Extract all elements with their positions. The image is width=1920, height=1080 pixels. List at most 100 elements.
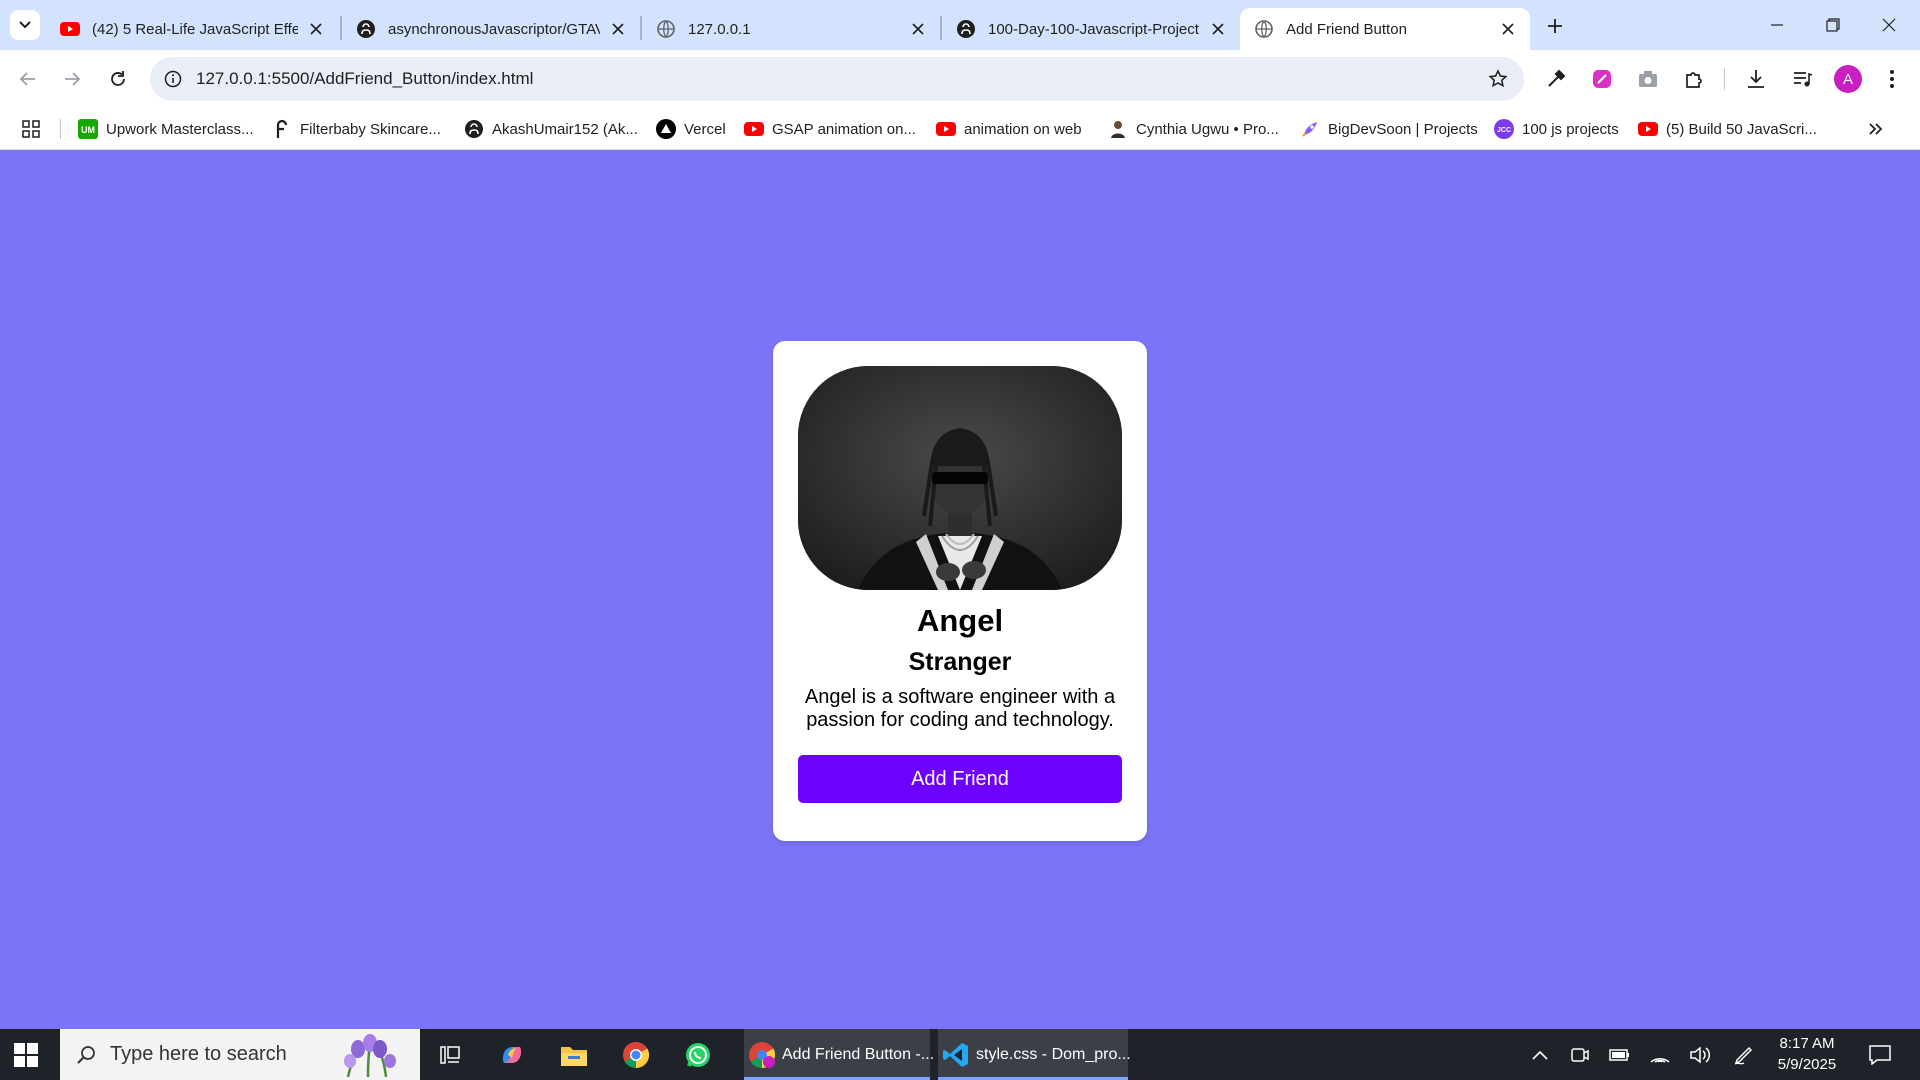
download-icon[interactable] [1742, 65, 1770, 93]
apps-grid-icon[interactable] [20, 118, 42, 140]
bookmark-upwork[interactable]: UM Upwork Masterclass... [78, 108, 254, 150]
bookmark-label: animation on web [964, 120, 1082, 138]
site-info-icon[interactable] [162, 68, 184, 90]
chrome-taskbar-button[interactable] [620, 1029, 654, 1080]
add-friend-button[interactable]: Add Friend [798, 755, 1122, 803]
extensions-puzzle-icon[interactable] [1680, 65, 1708, 93]
tab-youtube-js-effects[interactable]: (42) 5 Real-Life JavaScript Effect [46, 8, 338, 50]
close-icon[interactable] [608, 19, 628, 39]
pen-icon[interactable] [1730, 1029, 1758, 1080]
eyedropper-extension-icon[interactable] [1542, 65, 1570, 93]
youtube-icon [60, 19, 80, 39]
bookmark-filterbaby[interactable]: Filterbaby Skincare... [272, 108, 441, 150]
close-icon[interactable] [908, 19, 928, 39]
github-icon [956, 19, 976, 39]
bookmark-label: Vercel [684, 120, 726, 138]
address-text[interactable]: 127.0.0.1:5500/AddFriend_Button/index.ht… [196, 57, 533, 101]
system-clock[interactable]: 8:17 AM 5/9/2025 [1764, 1029, 1850, 1080]
tray-overflow-chevron-icon[interactable] [1526, 1029, 1554, 1080]
task-view-button[interactable] [434, 1029, 466, 1080]
bookmarks-bar: UM Upwork Masterclass... Filterbaby Skin… [0, 108, 1920, 150]
tab-github-100-day[interactable]: 100-Day-100-Javascript-Project [942, 8, 1240, 50]
chrome-icon [620, 1039, 652, 1071]
plus-icon [1548, 19, 1562, 33]
bookmark-akashumair[interactable]: AkashUmair152 (Ak... [464, 108, 638, 150]
profile-name: Angel [916, 603, 1004, 638]
bookmark-cynthia-ugwu[interactable]: Cynthia Ugwu • Pro... [1108, 108, 1279, 150]
bookmark-vercel[interactable]: Vercel [656, 108, 726, 150]
clock-date: 5/9/2025 [1777, 1056, 1837, 1073]
copilot-icon [496, 1039, 528, 1071]
bookmarks-divider [60, 119, 61, 139]
wifi-icon[interactable] [1646, 1029, 1674, 1080]
notification-center-icon[interactable] [1866, 1041, 1894, 1069]
whatsapp-button[interactable] [682, 1029, 716, 1080]
arrow-left-icon [19, 72, 35, 86]
forward-button[interactable] [56, 63, 88, 95]
vscode-window-button[interactable]: style.css - Dom_pro... [938, 1029, 1131, 1080]
clock-time: 8:17 AM [1779, 1035, 1835, 1052]
close-icon[interactable] [306, 19, 326, 39]
globe-icon [656, 19, 676, 39]
filterbaby-icon [272, 119, 292, 139]
jsc-icon: JCC [1494, 119, 1514, 139]
bookmark-label: GSAP animation on... [772, 120, 916, 138]
tab-add-friend-button[interactable]: Add Friend Button [1240, 8, 1530, 50]
bookmark-label: Cynthia Ugwu • Pro... [1136, 120, 1279, 138]
tab-title: (42) 5 Real-Life JavaScript Effect [92, 20, 298, 38]
upwork-icon: UM [78, 119, 98, 139]
close-window-button[interactable] [1864, 8, 1914, 42]
reload-button[interactable] [102, 63, 134, 95]
camera-extension-icon[interactable] [1634, 65, 1662, 93]
search-placeholder: Type here to search [110, 1043, 287, 1065]
search-icon [74, 1043, 98, 1067]
close-icon[interactable] [1498, 19, 1518, 39]
bookmark-label: 100 js projects [1522, 120, 1619, 138]
bookmark-100-js-projects[interactable]: JCC 100 js projects [1494, 108, 1619, 150]
restore-button[interactable] [1808, 8, 1858, 42]
youtube-icon [936, 119, 956, 139]
new-tab-button[interactable] [1542, 13, 1568, 39]
bookmark-label: BigDevSoon | Projects [1328, 120, 1478, 138]
page-viewport: Angel Stranger Angel is a software engin… [0, 151, 1920, 1029]
taskbar-search-box[interactable]: Type here to search [60, 1029, 420, 1080]
rocket-icon [1300, 119, 1320, 139]
bookmark-star-icon[interactable] [1486, 67, 1510, 91]
youtube-icon [744, 119, 764, 139]
close-icon[interactable] [1208, 19, 1228, 39]
more-menu-icon[interactable] [1878, 65, 1906, 93]
address-bar[interactable]: 127.0.0.1:5500/AddFriend_Button/index.ht… [150, 57, 1524, 101]
profile-bio: Angel is a software engineer with a pass… [804, 686, 1116, 731]
tab-strip: (42) 5 Real-Life JavaScript Effect async… [0, 0, 1920, 50]
back-button[interactable] [12, 63, 44, 95]
reload-icon [111, 71, 125, 86]
browser-toolbar: 127.0.0.1:5500/AddFriend_Button/index.ht… [0, 50, 1920, 108]
windows-start-icon[interactable] [14, 1043, 38, 1067]
tab-search-button[interactable] [10, 10, 40, 40]
chrome-window-button[interactable]: Add Friend Button -... [744, 1029, 934, 1080]
bookmark-animation-web[interactable]: animation on web [936, 108, 1082, 150]
bookmark-gsap-animation[interactable]: GSAP animation on... [744, 108, 916, 150]
tab-localhost[interactable]: 127.0.0.1 [642, 8, 940, 50]
bookmark-label: AkashUmair152 (Ak... [492, 120, 638, 138]
minimize-icon [1771, 24, 1783, 26]
pink-extension-icon[interactable] [1588, 65, 1616, 93]
copilot-button[interactable] [496, 1029, 530, 1080]
taskbar-window-label: Add Friend Button -... [782, 1045, 935, 1063]
bookmark-label: Filterbaby Skincare... [300, 120, 441, 138]
bookmark-build-50-js[interactable]: (5) Build 50 JavaScri... [1638, 108, 1817, 150]
chevron-double-right-icon[interactable] [1864, 118, 1886, 140]
battery-icon[interactable] [1606, 1029, 1634, 1080]
folder-icon [558, 1039, 590, 1071]
bookmark-bigdevsoon[interactable]: BigDevSoon | Projects [1300, 108, 1478, 150]
bookmark-label: Upwork Masterclass... [106, 120, 254, 138]
whatsapp-icon [682, 1039, 714, 1071]
meet-now-icon[interactable] [1566, 1029, 1594, 1080]
chevron-down-icon [19, 21, 31, 29]
profile-avatar[interactable]: A [1834, 65, 1862, 93]
tab-github-gtav[interactable]: asynchronousJavascriptor/GTAV [342, 8, 640, 50]
minimize-button[interactable] [1752, 8, 1802, 42]
media-controls-icon[interactable] [1788, 65, 1816, 93]
file-explorer-button[interactable] [558, 1029, 592, 1080]
volume-icon[interactable] [1686, 1029, 1714, 1080]
